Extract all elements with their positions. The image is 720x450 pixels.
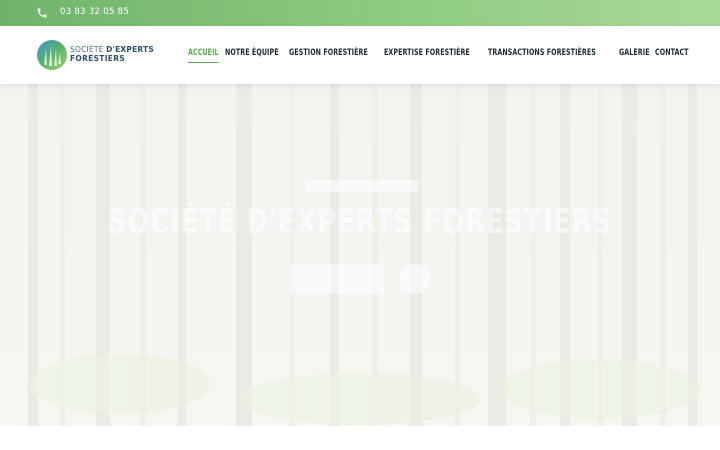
main-navigation: ACCUEIL NOTRE ÉQUIPE GESTION FORESTIÈRE …: [188, 48, 689, 63]
hero-tagline-badge: [306, 180, 418, 192]
hero-cta-button[interactable]: [290, 264, 384, 294]
page-bottom-strip: [0, 426, 720, 450]
top-contact-bar: 03 83 32 05 85: [0, 0, 720, 26]
logo-line1-a: SOCIÉTÉ: [70, 45, 107, 54]
play-icon[interactable]: [400, 264, 430, 294]
logo-line2: FORESTIERS: [70, 54, 126, 63]
site-header: SOCIÉTÉ D'EXPERTS FORESTIERS ACCUEIL NOT…: [0, 26, 720, 84]
hero-section: SOCIÉTÉ D'EXPERTS FORESTIERS: [0, 84, 720, 426]
hero-title: SOCIÉTÉ D'EXPERTS FORESTIERS: [107, 202, 613, 242]
nav-item-contact[interactable]: CONTACT: [655, 48, 689, 58]
nav-item-notre-equipe[interactable]: NOTRE ÉQUIPE: [225, 48, 279, 58]
forest-background-image: [0, 84, 720, 426]
logo-line1-b: D'EXPERTS: [106, 45, 154, 54]
nav-item-transactions-forestieres[interactable]: TRANSACTIONS FORESTIÈRES: [488, 48, 596, 58]
phone-icon[interactable]: [36, 7, 48, 19]
phone-number[interactable]: 03 83 32 05 85: [60, 7, 129, 17]
logo-text[interactable]: SOCIÉTÉ D'EXPERTS FORESTIERS: [70, 45, 154, 63]
forest-logo-icon[interactable]: [36, 39, 68, 71]
nav-item-accueil[interactable]: ACCUEIL: [188, 48, 220, 63]
nav-item-gestion-forestiere[interactable]: GESTION FORESTIÈRE: [289, 48, 368, 58]
nav-item-expertise-forestiere[interactable]: EXPERTISE FORESTIÈRE: [384, 48, 470, 58]
nav-item-galerie[interactable]: GALERIE: [619, 48, 650, 58]
